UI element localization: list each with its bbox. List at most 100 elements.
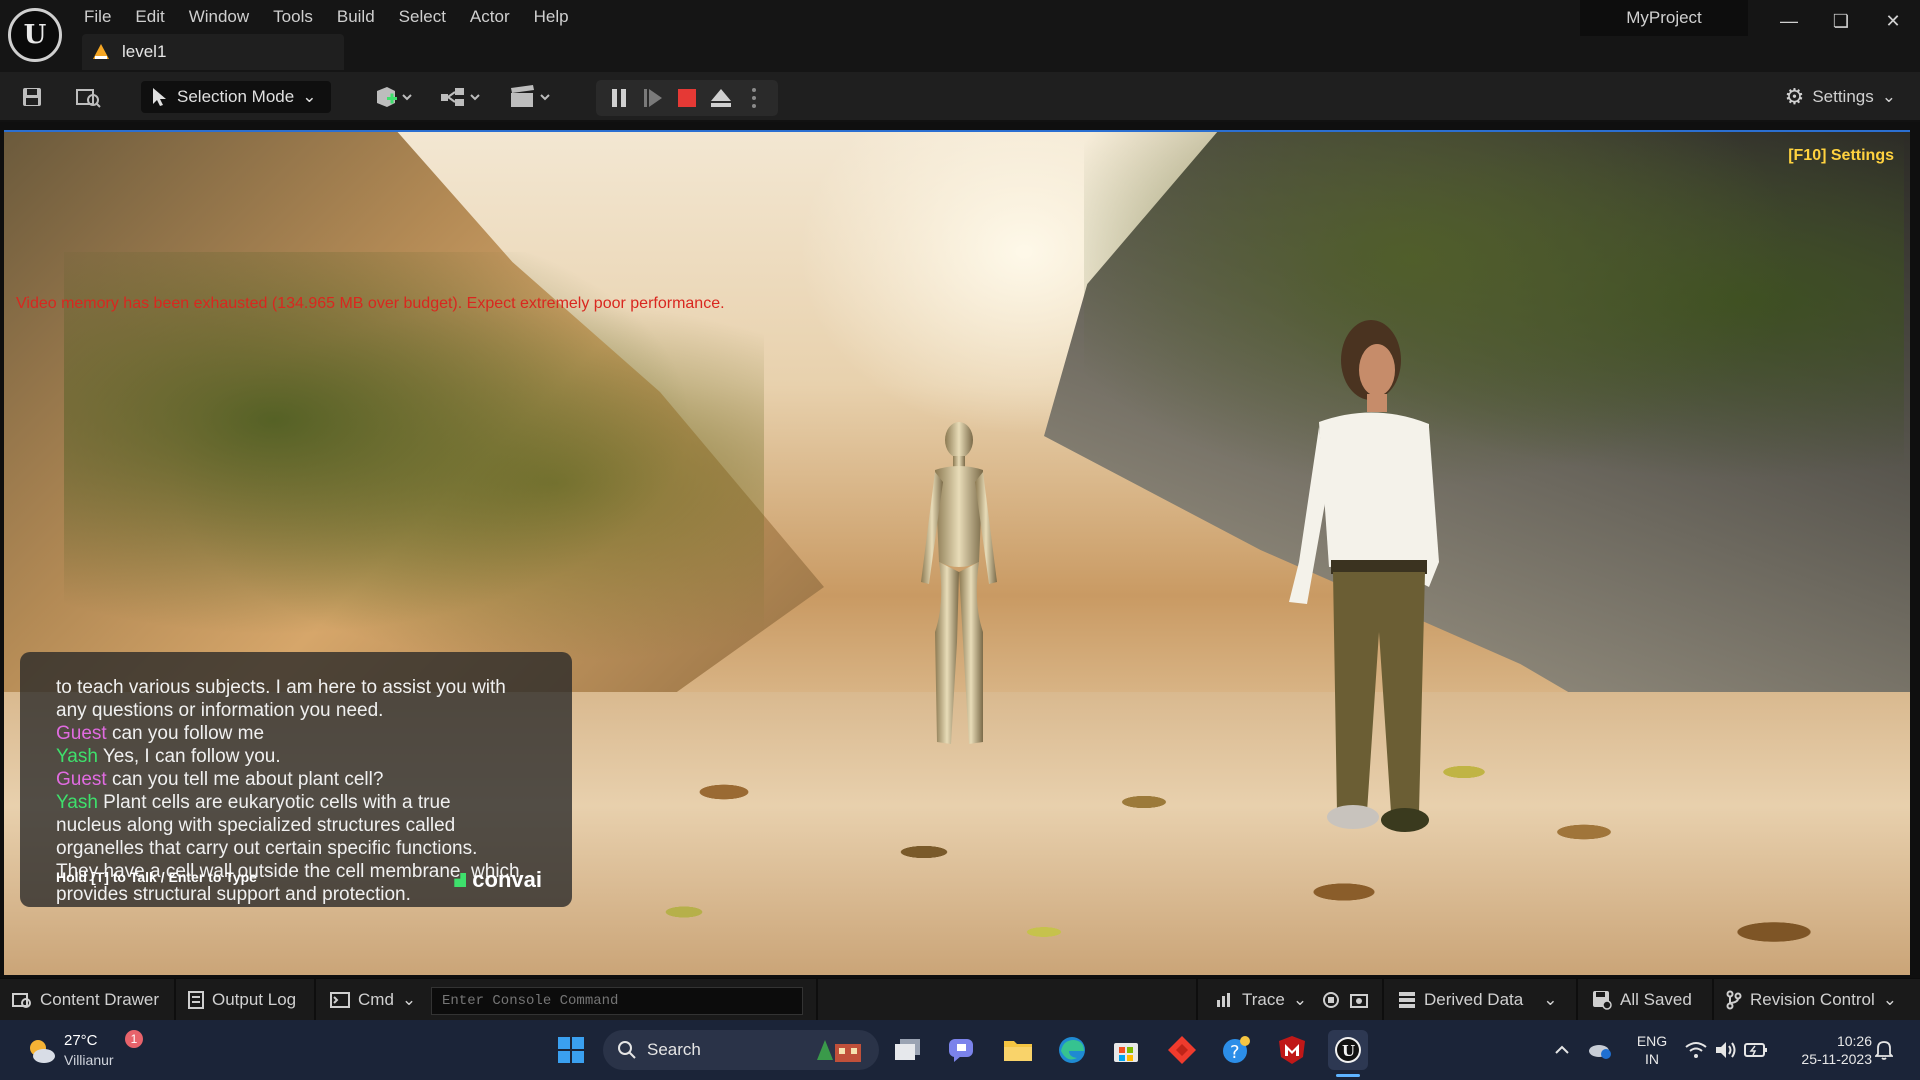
microsoft-store-icon[interactable]: [1106, 1030, 1146, 1070]
more-options-icon[interactable]: [742, 82, 766, 114]
menu-window[interactable]: Window: [177, 4, 261, 28]
add-actor-icon[interactable]: [368, 80, 418, 114]
vram-warning-text: Video memory has been exhausted (134.965…: [16, 295, 725, 312]
divider: [1576, 979, 1578, 1021]
all-saved-label: All Saved: [1620, 990, 1692, 1009]
weather-location: Villianur: [64, 1052, 114, 1068]
human-character: [1289, 320, 1439, 832]
chevron-up-icon[interactable]: [1546, 1030, 1578, 1070]
menu-file[interactable]: File: [72, 4, 123, 28]
windows-start-icon[interactable]: [551, 1030, 591, 1070]
file-explorer-icon[interactable]: [998, 1030, 1038, 1070]
output-log-button[interactable]: Output Log: [188, 979, 296, 1021]
left-vegetation: [64, 252, 764, 672]
close-icon[interactable]: ✕: [1870, 6, 1916, 36]
convai-chat-panel: to teach various subjects. I am here to …: [20, 652, 572, 907]
notification-bell-icon[interactable]: [1868, 1030, 1900, 1070]
blueprint-icon[interactable]: [436, 80, 486, 114]
status-bar: Content Drawer Output Log Cmd ⌄ Trace ⌄ …: [0, 978, 1920, 1021]
chat-line: Yash Plant cells are eukaryotic cells wi…: [56, 792, 451, 813]
console-command-input[interactable]: [431, 987, 803, 1015]
browse-content-icon[interactable]: [70, 80, 106, 114]
teams-chat-icon[interactable]: [942, 1030, 982, 1070]
chevron-down-icon: ⌄: [1882, 990, 1897, 1009]
selection-mode-dropdown[interactable]: Selection Mode ⌄: [141, 81, 331, 113]
help-app-icon[interactable]: ?: [1216, 1030, 1256, 1070]
menu-help[interactable]: Help: [522, 4, 581, 28]
settings-label: Settings: [1812, 87, 1874, 106]
robot-character: [921, 422, 997, 744]
divider: [1382, 979, 1384, 1021]
svg-text:?: ?: [1230, 1042, 1240, 1063]
search-highlight-icon: [817, 1040, 861, 1062]
minimize-icon[interactable]: —: [1766, 6, 1812, 36]
branch-icon: [1726, 990, 1742, 1010]
anydesk-icon[interactable]: [1162, 1030, 1202, 1070]
menu-select[interactable]: Select: [387, 4, 458, 28]
search-label: Search: [647, 1040, 701, 1059]
divider: [816, 979, 818, 1021]
chat-line: to teach various subjects. I am here to …: [56, 677, 506, 698]
stop-icon[interactable]: [672, 82, 702, 114]
speaker-name: Guest: [56, 723, 107, 744]
play-controls: [596, 80, 778, 116]
chat-line: Guest can you tell me about plant cell?: [56, 769, 384, 790]
edge-browser-icon[interactable]: [1052, 1030, 1092, 1070]
pause-icon[interactable]: [604, 82, 634, 114]
derived-data-dropdown[interactable]: Derived Data ⌄: [1398, 979, 1557, 1021]
database-icon: [1399, 992, 1415, 1008]
menu-actor[interactable]: Actor: [458, 4, 522, 28]
task-view-icon[interactable]: [888, 1030, 928, 1070]
main-toolbar: Selection Mode ⌄ ⚙ Settings ⌄: [0, 72, 1920, 122]
weather-widget[interactable]: 27°C Villianur 1: [20, 1030, 150, 1074]
chevron-down-icon: ⌄: [1881, 87, 1896, 106]
menu-edit[interactable]: Edit: [123, 4, 176, 28]
language-bottom[interactable]: IN: [1632, 1050, 1672, 1068]
step-icon[interactable]: [638, 82, 668, 114]
chevron-down-icon: ⌄: [401, 990, 417, 1009]
save-icon[interactable]: [16, 80, 48, 114]
content-drawer-button[interactable]: Content Drawer: [12, 979, 159, 1021]
cmd-dropdown[interactable]: Cmd ⌄: [330, 979, 416, 1021]
level-viewport[interactable]: Video memory has been exhausted (134.965…: [4, 130, 1910, 975]
convai-brand: convai: [472, 867, 542, 892]
fallen-leaves: [624, 732, 1904, 975]
trace-dropdown[interactable]: Trace ⌄: [1216, 979, 1307, 1021]
screenshot-icon[interactable]: [1350, 979, 1368, 1021]
clock-date[interactable]: 25-11-2023: [1782, 1050, 1872, 1068]
speaker-name: Yash: [56, 746, 98, 767]
wifi-icon[interactable]: [1680, 1030, 1712, 1070]
menu-tools[interactable]: Tools: [261, 4, 325, 28]
eject-icon[interactable]: [706, 82, 736, 114]
all-saved-button[interactable]: All Saved: [1592, 979, 1692, 1021]
content-drawer-icon: [12, 993, 31, 1008]
cinematics-icon[interactable]: [506, 80, 556, 114]
volume-icon[interactable]: [1710, 1030, 1742, 1070]
gear-icon: ⚙: [1784, 84, 1805, 109]
trace-icon: [1217, 993, 1230, 1007]
title-bar: U File Edit Window Tools Build Select Ac…: [0, 0, 1920, 72]
convai-mark-icon: [454, 873, 467, 887]
language-top[interactable]: ENG: [1632, 1032, 1672, 1050]
chat-line: Yash Yes, I can follow you.: [56, 746, 281, 767]
active-app-indicator: [1336, 1074, 1360, 1077]
level-tab[interactable]: level1: [82, 34, 344, 70]
f10-settings-label[interactable]: [F10] Settings: [1788, 147, 1894, 165]
unreal-engine-taskbar-icon[interactable]: U: [1328, 1030, 1368, 1070]
unreal-logo-icon[interactable]: U: [8, 8, 62, 62]
taskbar-search[interactable]: Search: [603, 1030, 879, 1070]
clock-time[interactable]: 10:26: [1782, 1032, 1872, 1050]
chevron-down-icon: ⌄: [1543, 990, 1558, 1009]
divider: [1712, 979, 1714, 1021]
battery-icon[interactable]: [1740, 1030, 1772, 1070]
mcafee-icon[interactable]: [1272, 1030, 1312, 1070]
level-tab-label: level1: [122, 42, 167, 61]
divider: [174, 979, 176, 1021]
record-icon[interactable]: [1322, 979, 1340, 1021]
restore-icon[interactable]: ❏: [1818, 6, 1864, 36]
menu-build[interactable]: Build: [325, 4, 387, 28]
onedrive-icon[interactable]: [1584, 1030, 1616, 1070]
revision-control-dropdown[interactable]: Revision Control ⌄: [1726, 979, 1897, 1021]
settings-button[interactable]: ⚙ Settings ⌄: [1785, 82, 1896, 112]
menu-bar: File Edit Window Tools Build Select Acto…: [72, 4, 581, 28]
